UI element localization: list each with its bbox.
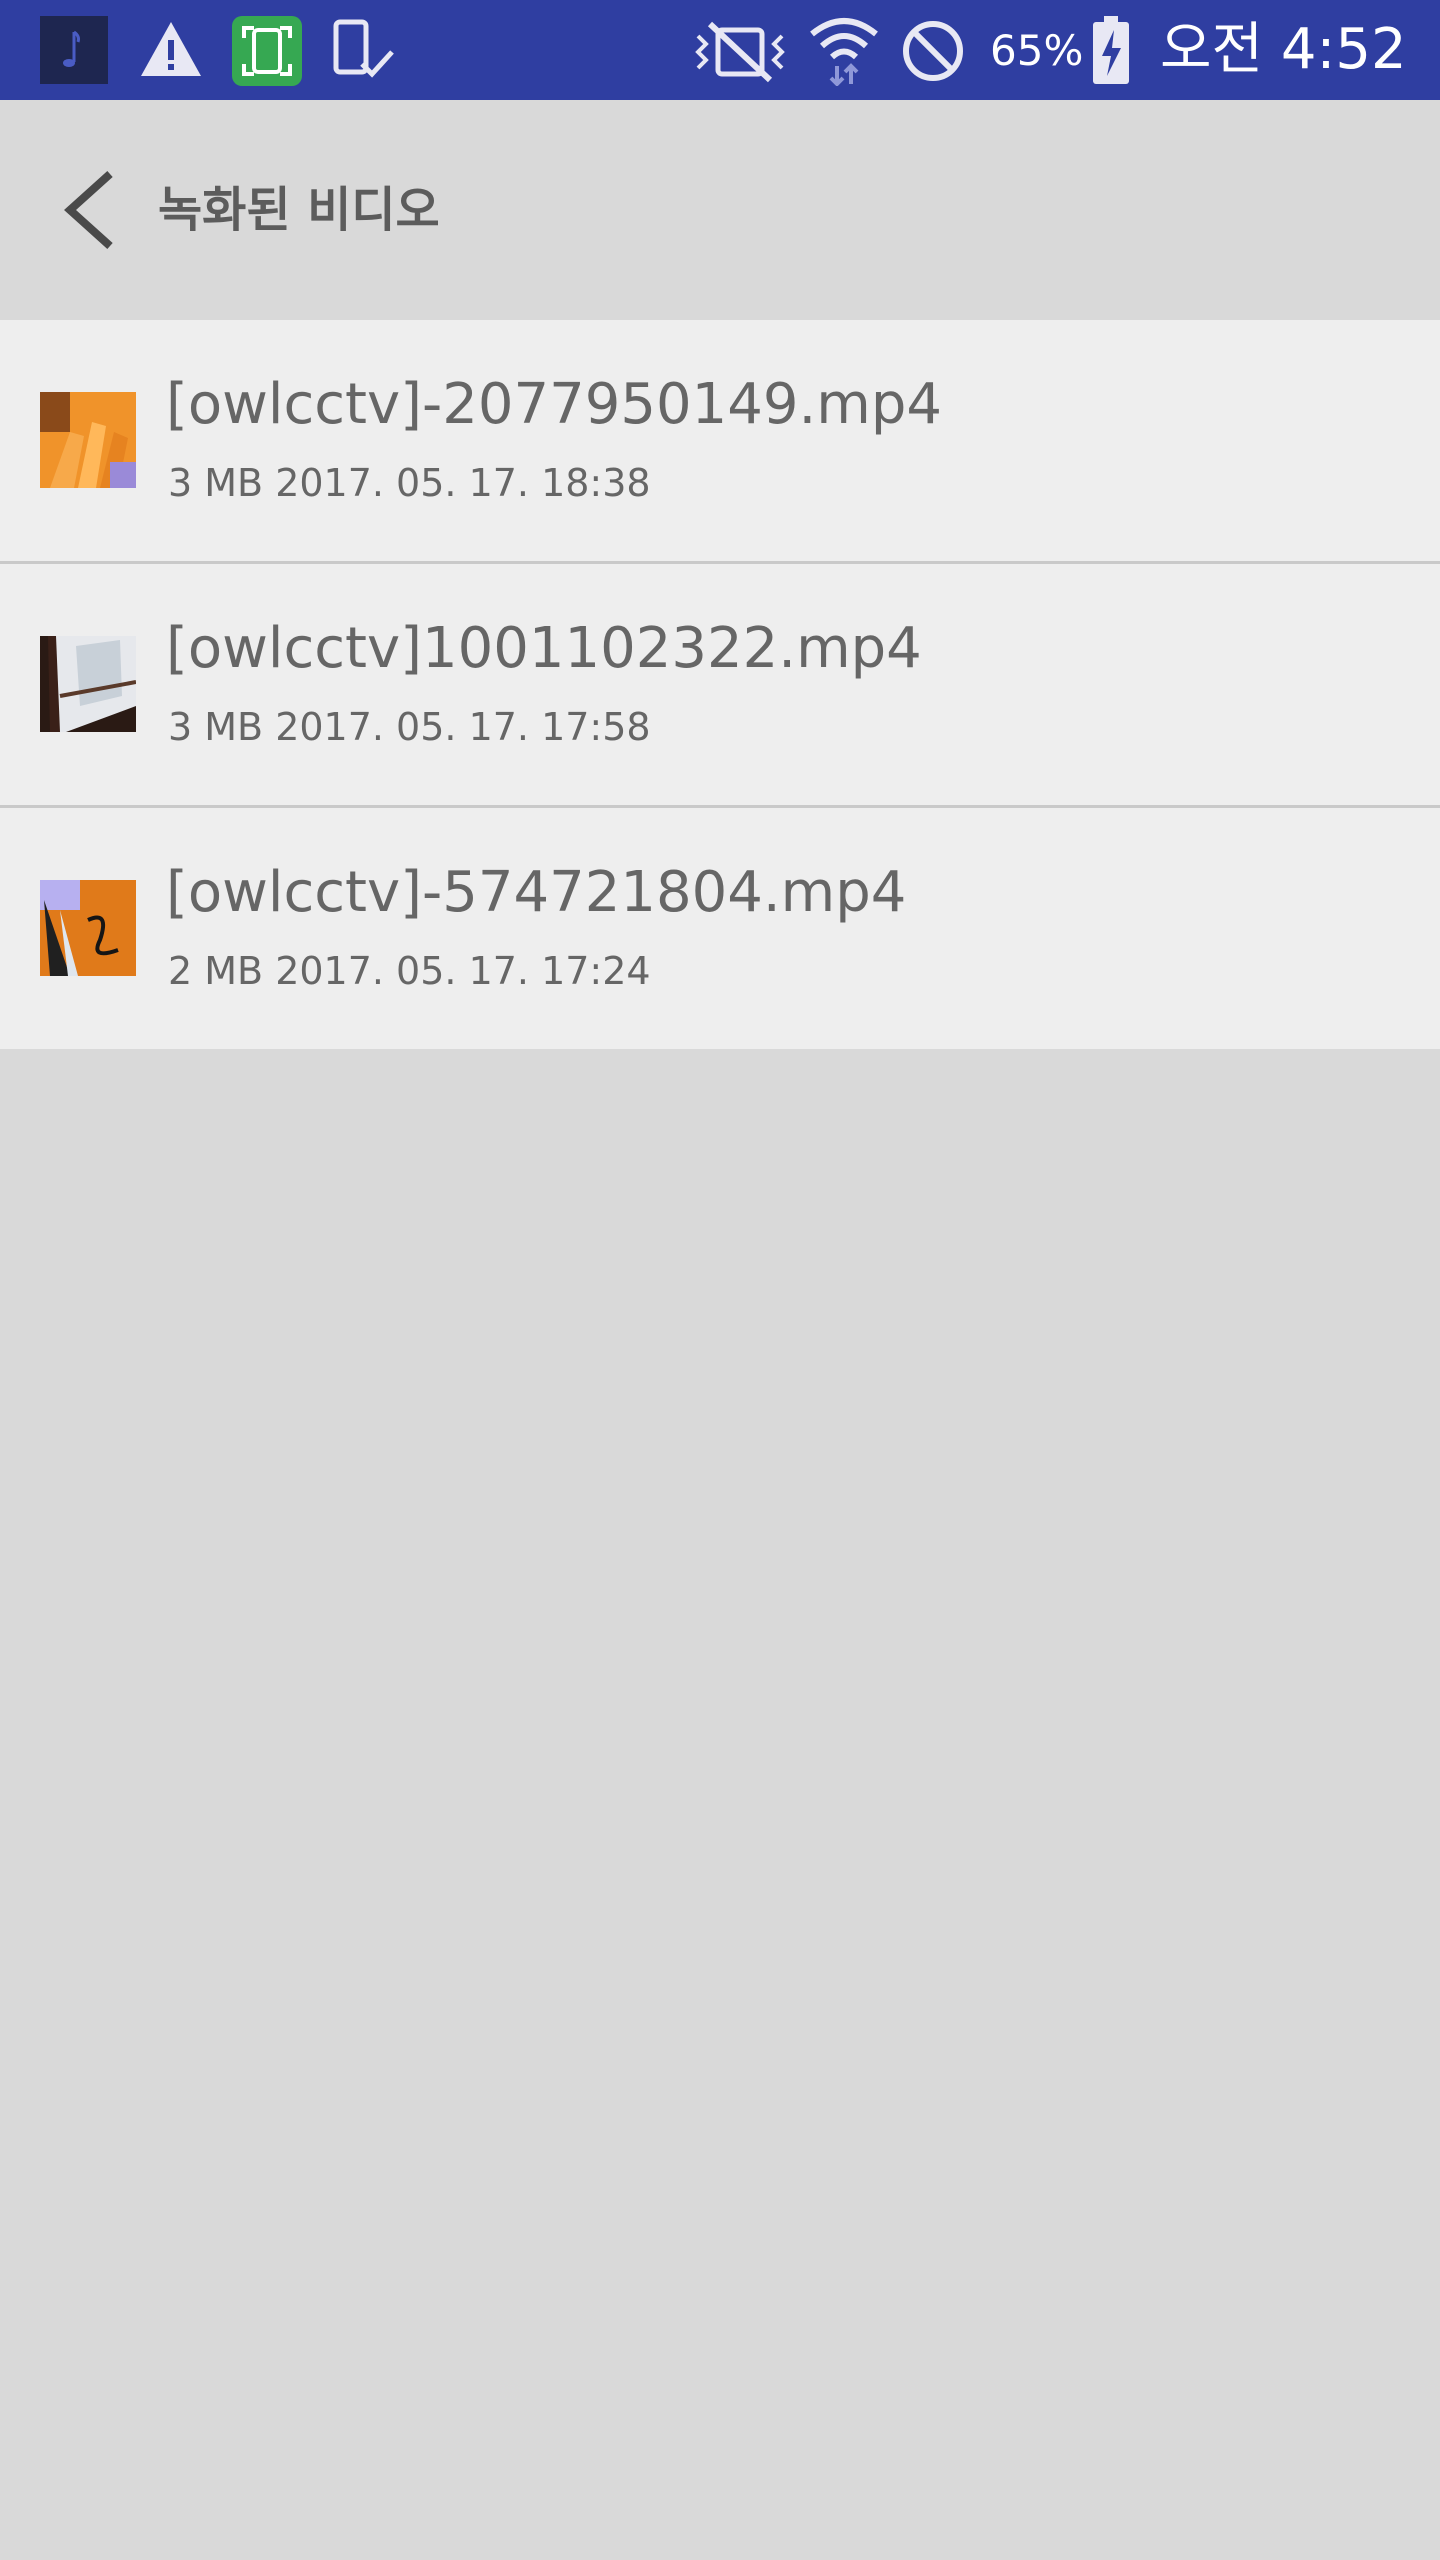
battery-charging-icon: [1093, 16, 1129, 84]
music-app-icon: [40, 16, 108, 84]
do-not-disturb-icon: [903, 21, 963, 81]
list-item[interactable]: [owlcctv]-2077950149.mp4 3 MB 2017. 05. …: [0, 320, 1440, 564]
video-file-list: [owlcctv]-2077950149.mp4 3 MB 2017. 05. …: [0, 320, 1440, 1049]
battery-percent: 65%: [990, 26, 1084, 75]
file-meta: 3 MB 2017. 05. 17. 17:58: [168, 705, 651, 749]
file-name: [owlcctv]1001102322.mp4: [166, 616, 922, 681]
video-thumbnail: [40, 636, 136, 732]
list-item[interactable]: [owlcctv]1001102322.mp4 3 MB 2017. 05. 1…: [0, 564, 1440, 808]
warning-icon: [141, 22, 201, 76]
list-item[interactable]: [owlcctv]-574721804.mp4 2 MB 2017. 05. 1…: [0, 808, 1440, 1049]
file-name: [owlcctv]-574721804.mp4: [166, 860, 907, 925]
app-bar: 녹화된 비디오: [0, 100, 1440, 320]
status-bar: 65% 오전 4:52: [0, 0, 1440, 100]
status-time: 오전 4:52: [1160, 17, 1407, 82]
chevron-left-icon: [64, 171, 113, 249]
vibrate-mute-icon: [695, 21, 785, 83]
video-thumbnail: [40, 880, 136, 976]
back-button[interactable]: [40, 160, 140, 260]
wifi-icon: [810, 18, 878, 86]
file-name: [owlcctv]-2077950149.mp4: [166, 372, 943, 437]
screen-capture-icon: [232, 16, 302, 86]
video-thumbnail: [40, 392, 136, 488]
page-title: 녹화된 비디오: [158, 182, 440, 238]
file-meta: 3 MB 2017. 05. 17. 18:38: [168, 461, 651, 505]
file-meta: 2 MB 2017. 05. 17. 17:24: [168, 949, 651, 993]
device-check-icon: [333, 19, 394, 78]
